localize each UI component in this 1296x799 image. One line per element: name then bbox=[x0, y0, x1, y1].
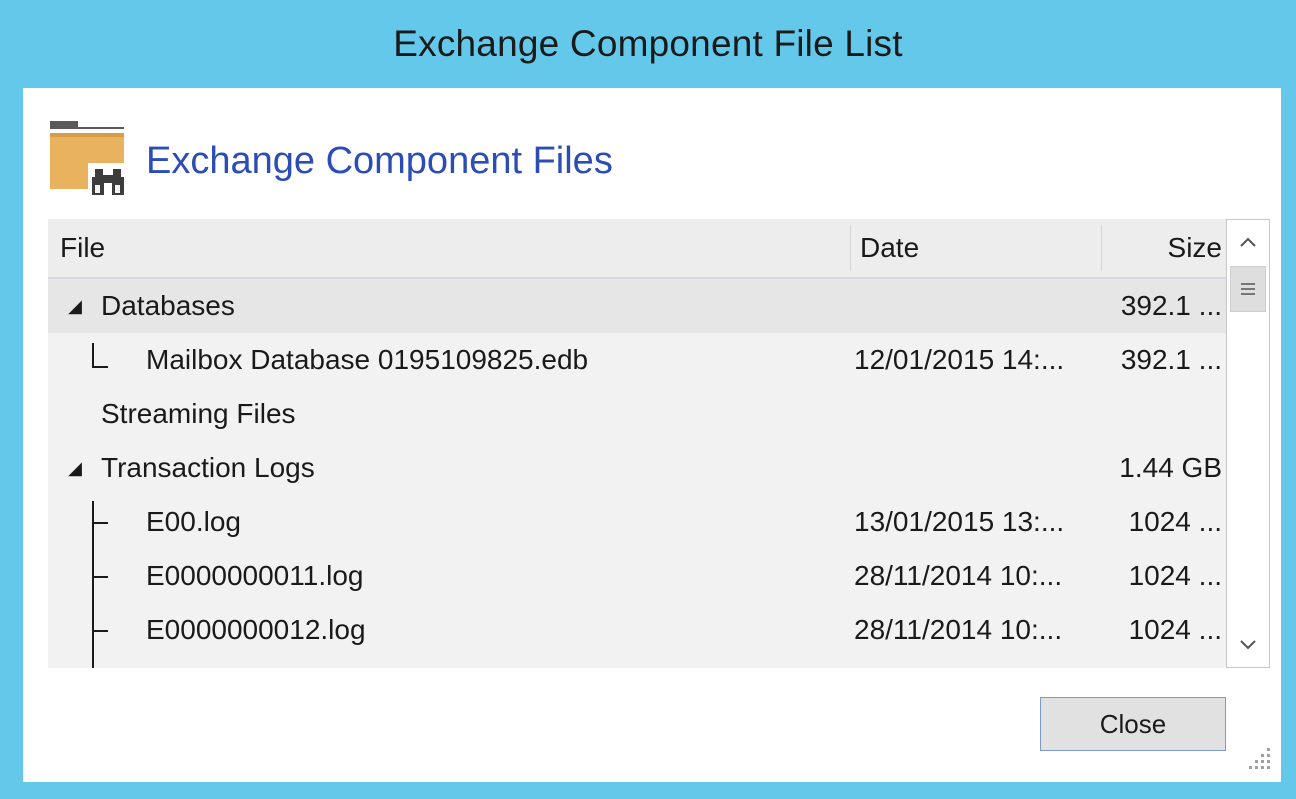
column-header-row: File Date Size bbox=[48, 219, 1226, 279]
tree-row-transaction-logs[interactable]: ◢ Transaction Logs 1.44 GB bbox=[48, 441, 1226, 495]
scrollbar-thumb[interactable] bbox=[1230, 266, 1266, 312]
row-file-name: Transaction Logs bbox=[101, 452, 315, 483]
tree-row-log-file[interactable]: E0000000012.log 28/11/2014 10:... 1024 .… bbox=[48, 603, 1226, 657]
tree-row-databases[interactable]: ◢ Databases 392.1 ... bbox=[48, 279, 1226, 333]
column-header-file[interactable]: File bbox=[60, 219, 840, 277]
collapse-triangle-icon[interactable]: ◢ bbox=[62, 279, 88, 333]
tree-row-log-file[interactable]: E00.log 13/01/2015 13:... 1024 ... bbox=[48, 495, 1226, 549]
window-title: Exchange Component File List bbox=[393, 23, 903, 64]
scroll-down-icon[interactable] bbox=[1227, 623, 1269, 667]
vertical-scrollbar[interactable] bbox=[1226, 219, 1270, 668]
tree-row-mailbox-database[interactable]: Mailbox Database 0195109825.edb 12/01/20… bbox=[48, 333, 1226, 387]
column-header-date-label: Date bbox=[860, 232, 920, 263]
close-button[interactable]: Close bbox=[1040, 697, 1226, 751]
row-file-name: Mailbox Database 0195109825.edb bbox=[146, 344, 589, 375]
row-file-name: E0000000012.log bbox=[146, 614, 366, 645]
column-header-date[interactable]: Date bbox=[860, 219, 1090, 277]
row-date: 28/11/2014 10:... bbox=[854, 614, 1063, 645]
row-date: 13/01/2015 13:... bbox=[854, 506, 1065, 537]
dialog-window: Exchange Component File List Exchange Co… bbox=[0, 0, 1296, 799]
title-bar[interactable]: Exchange Component File List bbox=[0, 0, 1296, 88]
tree-row-streaming-files[interactable]: Streaming Files bbox=[48, 387, 1226, 441]
file-tree-list[interactable]: File Date Size ◢ Databases 392.1 ... Mai… bbox=[48, 219, 1270, 668]
column-divider[interactable] bbox=[850, 225, 851, 271]
tree-line bbox=[92, 366, 108, 368]
tree-line bbox=[92, 630, 108, 632]
grip-icon bbox=[1241, 280, 1255, 298]
row-file-name: E00.log bbox=[146, 506, 241, 537]
close-button-label: Close bbox=[1099, 708, 1167, 739]
row-size: 1024 ... bbox=[1128, 560, 1222, 591]
dialog-content: Exchange Component Files File Date Size … bbox=[23, 88, 1281, 782]
scroll-up-icon[interactable] bbox=[1227, 220, 1269, 264]
row-size bbox=[1108, 387, 1222, 441]
section-header: Exchange Component Files bbox=[48, 118, 613, 198]
row-size: 1024 ... bbox=[1128, 614, 1222, 645]
resize-grip-icon[interactable] bbox=[1245, 738, 1275, 774]
column-header-size-label: Size bbox=[1167, 232, 1222, 263]
tree-row-log-file[interactable]: E0000000011.log 28/11/2014 10:... 1024 .… bbox=[48, 549, 1226, 603]
column-header-file-label: File bbox=[60, 232, 106, 263]
row-size: 392.1 ... bbox=[1120, 290, 1222, 321]
tree-line bbox=[92, 343, 94, 367]
tree-line bbox=[92, 522, 108, 524]
column-header-size[interactable]: Size bbox=[1108, 219, 1222, 277]
row-file-name: E0000000011.log bbox=[146, 560, 364, 591]
row-date: 28/11/2014 10:... bbox=[854, 560, 1063, 591]
row-size: 1024 ... bbox=[1128, 506, 1222, 537]
column-divider[interactable] bbox=[1101, 225, 1102, 271]
row-size: 392.1 ... bbox=[1120, 344, 1222, 375]
row-file-name: Databases bbox=[101, 290, 235, 321]
row-date: 12/01/2015 14:... bbox=[854, 344, 1065, 375]
row-size: 1.44 GB bbox=[1119, 452, 1222, 483]
collapse-triangle-icon[interactable]: ◢ bbox=[62, 441, 88, 495]
tree-line bbox=[92, 576, 108, 578]
row-file-name: Streaming Files bbox=[101, 398, 296, 429]
section-title: Exchange Component Files bbox=[146, 139, 613, 182]
folder-binoculars-icon bbox=[48, 119, 130, 197]
